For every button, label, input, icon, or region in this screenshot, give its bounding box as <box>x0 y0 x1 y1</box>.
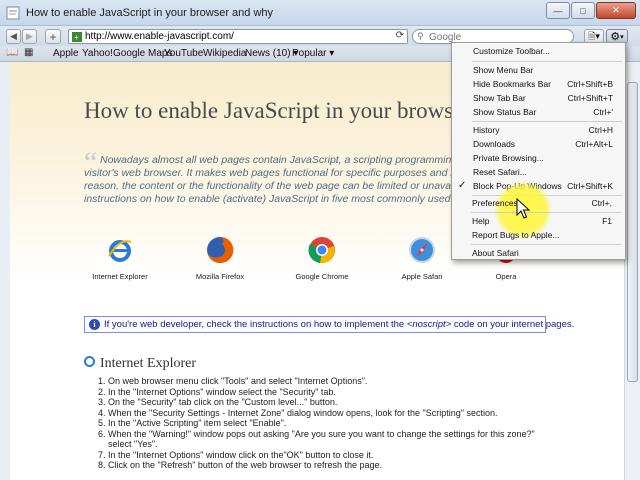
step-text: In the "Internet Options" window click o… <box>108 449 374 460</box>
browser-label: Mozilla Firefox <box>195 272 245 281</box>
list-item: 6. When the "Warning!" window pops out as… <box>98 429 578 440</box>
browser-internet-explorer[interactable]: Internet Explorer <box>80 236 160 281</box>
step-text: When the "Warning!" window pops out aski… <box>108 428 535 439</box>
bookmark-popular[interactable]: Popular ▾ <box>292 48 334 59</box>
menu-item-label: Help <box>472 216 490 226</box>
step-number: 5. <box>98 418 106 428</box>
info-icon: i <box>89 319 100 330</box>
browser-apple-safari[interactable]: Apple Safari <box>382 236 462 281</box>
bookmark-news[interactable]: News (10) ▾ <box>245 48 298 59</box>
list-item: 1. On web browser menu click "Tools" and … <box>98 376 578 387</box>
safari-icon <box>409 237 435 263</box>
menu-item-shortcut: Ctrl+, <box>591 198 612 208</box>
menu-separator <box>471 244 621 245</box>
mouse-pointer-icon <box>516 198 530 219</box>
search-icon: ⚲ <box>417 31 424 41</box>
list-item: 4. When the "Security Settings - Internet… <box>98 408 578 419</box>
list-item: 5. In the "Active Scripting" item select … <box>98 418 578 429</box>
step-text: In the "Internet Options" window select … <box>108 386 336 397</box>
firefox-icon <box>207 236 234 263</box>
step-text: In the "Active Scripting" item select "E… <box>108 418 287 428</box>
menu-item-about-safari[interactable]: About Safari <box>451 246 624 260</box>
instruction-steps: 1. On web browser menu click "Tools" and … <box>98 376 578 471</box>
noscript-tag: <noscript> <box>406 319 452 330</box>
site-favicon-icon: + <box>72 32 82 42</box>
menu-item-label: Report Bugs to Apple... <box>472 230 560 240</box>
step-number: 4. <box>98 407 106 418</box>
browser-label: Internet Explorer <box>92 272 148 281</box>
browser-label: Apple Safari <box>401 272 443 281</box>
internet-explorer-icon <box>108 240 132 262</box>
notice-text[interactable]: If you're web developer, check the instr… <box>104 319 574 330</box>
back-arrow-icon: ◀ <box>10 31 17 41</box>
developer-notice: i If you're web developer, check the ins… <box>84 316 574 333</box>
step-text: On the "Security" tab click on the "Cust… <box>108 397 338 407</box>
step-text: When the "Security Settings - Internet Z… <box>108 407 498 418</box>
section-title-internet-explorer: Internet Explorer <box>84 356 196 372</box>
browser-mozilla-firefox[interactable]: Mozilla Firefox <box>180 236 260 281</box>
list-item: select "Yes". <box>98 439 578 450</box>
list-item: 3. On the "Security" tab click on the "Cu… <box>98 397 578 408</box>
step-text: On web browser menu click "Tools" and se… <box>108 376 368 386</box>
plus-icon: + <box>49 29 57 44</box>
address-bar[interactable]: + http://www.enable-javascript.com/ ⟳ <box>68 29 408 44</box>
settings-dropdown-menu-lower: Preferences... Ctrl+, Help F1 Report Bugs … <box>451 42 626 260</box>
grid-icon[interactable]: ▦ <box>24 47 33 58</box>
step-number: 7. <box>98 449 106 460</box>
title-bar: How to enable JavaScript in your browser… <box>0 0 640 26</box>
notice-text-start: If you're web developer, check the instr… <box>104 319 407 330</box>
reload-icon[interactable]: ⟳ <box>396 30 404 41</box>
bookmark-yahoo[interactable]: Yahoo! <box>82 48 113 59</box>
chrome-icon <box>308 237 335 264</box>
step-number: 6. <box>98 428 106 439</box>
window-title: How to enable JavaScript in your browser… <box>26 7 274 19</box>
safari-app-icon <box>6 6 20 20</box>
menu-item-label: About Safari <box>472 248 519 258</box>
notice-text-end: code on your internet pages. <box>451 319 575 330</box>
menu-item-report-bugs[interactable]: Report Bugs to Apple... <box>451 228 624 242</box>
browser-google-chrome[interactable]: Google Chrome <box>282 236 362 281</box>
back-button[interactable]: ◀ <box>6 29 21 44</box>
step-text: select "Yes". <box>108 439 158 449</box>
maximize-button[interactable]: □ <box>571 2 595 19</box>
close-button[interactable]: ✕ <box>596 2 636 19</box>
vertical-scrollbar[interactable] <box>624 62 640 480</box>
bookmark-apple[interactable]: Apple <box>53 48 79 59</box>
list-item: 2. In the "Internet Options" window selec… <box>98 387 578 398</box>
minimize-button[interactable]: — <box>546 2 570 19</box>
bookmark-wikipedia[interactable]: Wikipedia <box>203 48 246 59</box>
step-text: Click on the "Refresh" button of the web… <box>108 460 383 470</box>
svg-text:+: + <box>74 33 79 42</box>
add-bookmark-button[interactable]: + <box>45 29 61 44</box>
menu-item-help[interactable]: Help F1 <box>451 214 624 228</box>
section-title-text: Internet Explorer <box>100 356 197 371</box>
menu-separator <box>471 212 621 213</box>
forward-button[interactable]: ▶ <box>22 29 37 44</box>
browser-label: Google Chrome <box>295 272 349 281</box>
list-item: 8. Click on the "Refresh" button of the w… <box>98 460 578 471</box>
open-book-icon[interactable]: 📖 <box>6 47 18 58</box>
step-number: 1. <box>98 376 106 386</box>
step-number: 2. <box>98 386 106 397</box>
scrollbar-thumb[interactable] <box>627 82 638 382</box>
bookmark-youtube[interactable]: YouTube <box>164 48 203 59</box>
forward-arrow-icon: ▶ <box>26 31 33 41</box>
page-title: How to enable JavaScript in your brows <box>84 98 454 123</box>
list-item: 7. In the "Internet Options" window click… <box>98 450 578 461</box>
internet-explorer-small-icon <box>84 356 95 367</box>
browser-label: Opera <box>495 272 517 281</box>
menu-item-preferences[interactable]: Preferences... Ctrl+, <box>451 196 624 210</box>
url-text[interactable]: http://www.enable-javascript.com/ <box>85 31 234 42</box>
step-number: 8. <box>98 460 106 470</box>
window-controls: — □ ✕ <box>546 2 636 19</box>
step-number: 3. <box>98 397 106 407</box>
menu-item-shortcut: F1 <box>602 216 612 226</box>
